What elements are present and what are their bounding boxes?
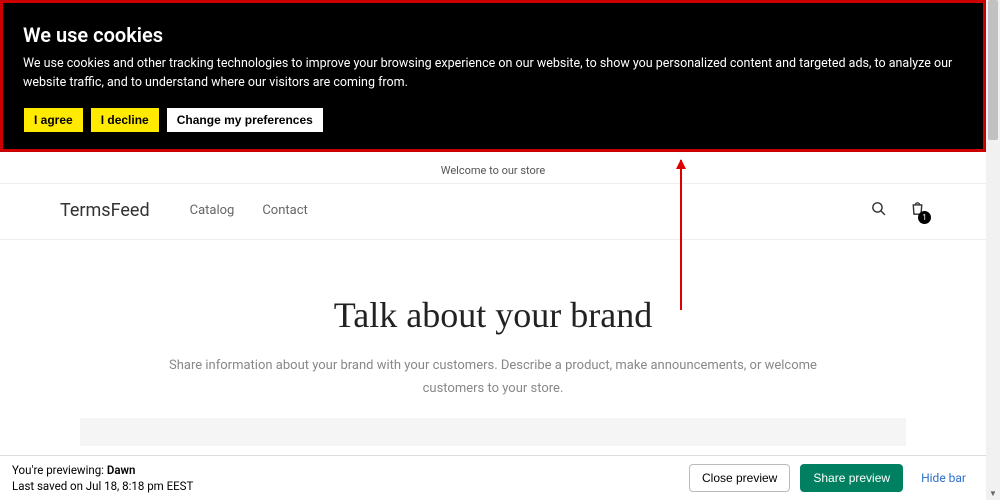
preview-label: You're previewing: xyxy=(12,463,107,477)
preview-info: You're previewing: Dawn Last saved on Ju… xyxy=(12,462,193,494)
main-nav: Catalog Contact xyxy=(190,203,308,218)
preview-theme-name: Dawn xyxy=(107,463,136,477)
site-logo[interactable]: TermsFeed xyxy=(60,200,150,221)
content-placeholder xyxy=(80,418,906,446)
cart-icon[interactable]: 1 xyxy=(909,200,926,221)
header-icons: 1 xyxy=(870,200,926,221)
agree-button[interactable]: I agree xyxy=(23,107,84,133)
decline-button[interactable]: I decline xyxy=(90,107,160,133)
close-preview-button[interactable]: Close preview xyxy=(689,464,790,492)
preview-bar: You're previewing: Dawn Last saved on Ju… xyxy=(0,455,986,500)
nav-contact[interactable]: Contact xyxy=(262,203,307,218)
annotation-arrow xyxy=(680,160,682,310)
announcement-bar: Welcome to our store xyxy=(0,158,986,184)
hide-bar-link[interactable]: Hide bar xyxy=(913,465,974,491)
scrollbar-down-arrow[interactable]: ▼ xyxy=(986,486,1000,500)
vertical-scrollbar[interactable]: ▼ xyxy=(986,0,1000,500)
cookie-consent-banner: We use cookies We use cookies and other … xyxy=(0,0,986,152)
share-preview-button[interactable]: Share preview xyxy=(800,464,903,492)
hero-title: Talk about your brand xyxy=(60,294,926,336)
site-header: TermsFeed Catalog Contact 1 xyxy=(0,182,986,240)
cookie-button-row: I agree I decline Change my preferences xyxy=(23,107,963,133)
preview-actions: Close preview Share preview Hide bar xyxy=(689,464,974,492)
search-icon[interactable] xyxy=(870,200,887,221)
hero-section: Talk about your brand Share information … xyxy=(0,262,986,401)
change-preferences-button[interactable]: Change my preferences xyxy=(166,107,324,133)
hero-subtitle: Share information about your brand with … xyxy=(153,354,833,401)
nav-catalog[interactable]: Catalog xyxy=(190,203,235,218)
scrollbar-thumb[interactable] xyxy=(988,0,998,140)
preview-saved-time: Last saved on Jul 18, 8:18 pm EEST xyxy=(12,478,193,494)
cookie-title: We use cookies xyxy=(23,23,963,47)
cookie-description: We use cookies and other tracking techno… xyxy=(23,55,963,93)
cart-badge: 1 xyxy=(918,211,931,224)
